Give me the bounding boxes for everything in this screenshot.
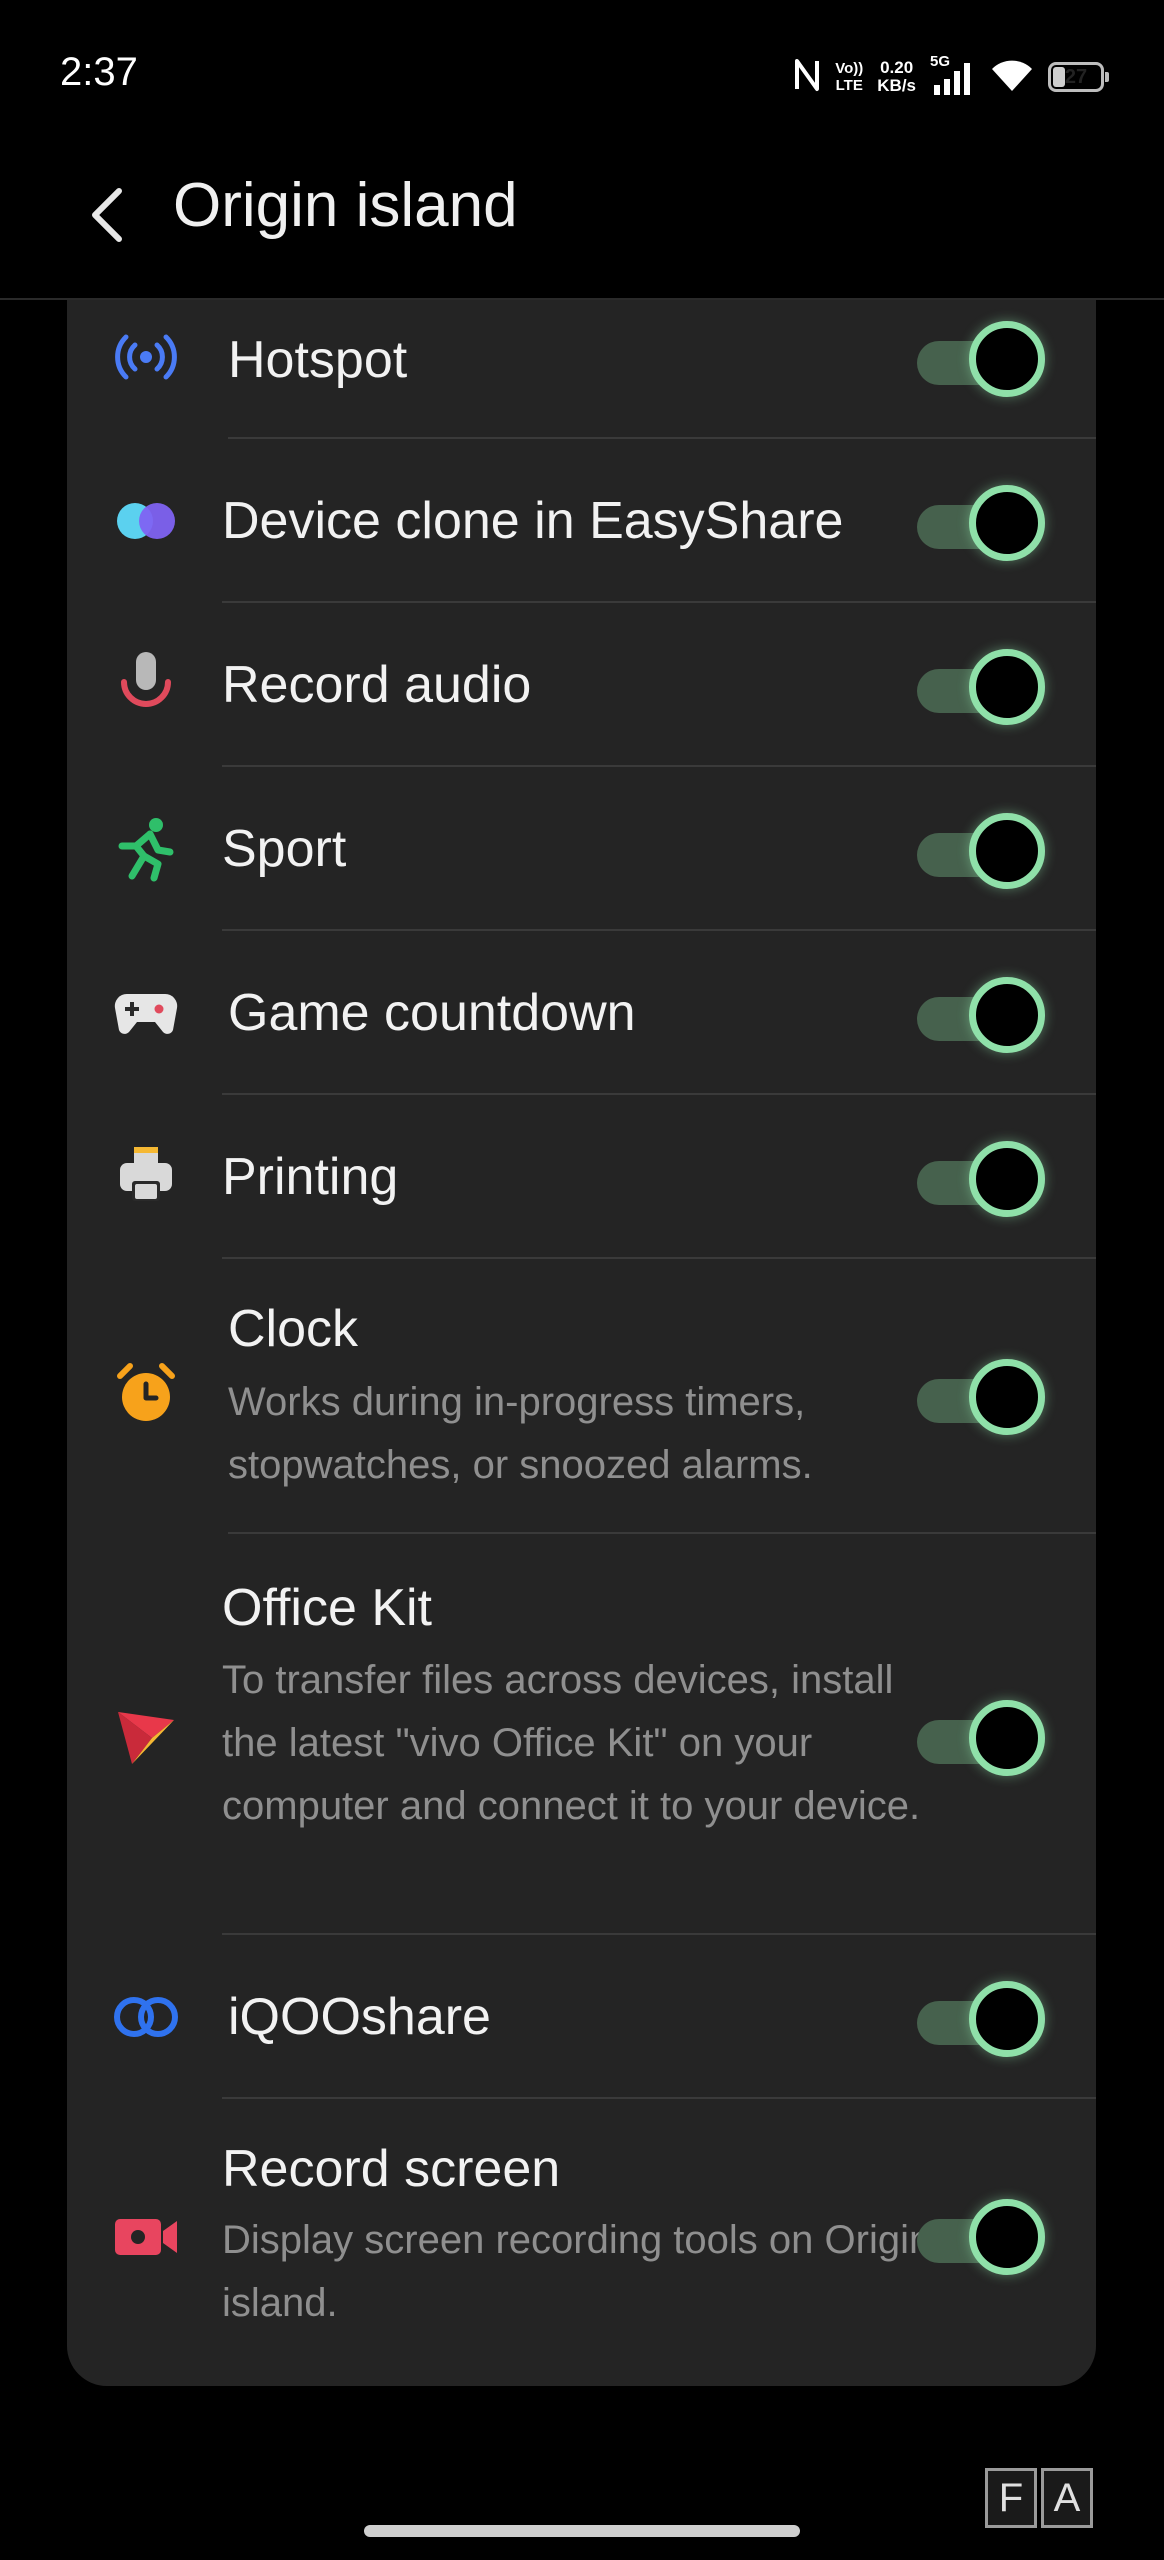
list-item-printing[interactable]: Printing bbox=[67, 1095, 1096, 1259]
sport-toggle[interactable] bbox=[917, 813, 1045, 889]
item-title: Office Kit bbox=[222, 1579, 433, 1637]
list-item-record-screen[interactable]: Record screen Display screen recording t… bbox=[67, 2099, 1096, 2386]
signal-icon: 5G bbox=[930, 53, 976, 97]
item-description: To transfer files across devices, instal… bbox=[222, 1658, 921, 1828]
list-item-hotspot[interactable]: Hotspot bbox=[67, 300, 1096, 439]
office-kit-icon bbox=[111, 1701, 181, 1771]
game-countdown-toggle[interactable] bbox=[917, 977, 1045, 1053]
fa-overlay-badge[interactable]: F A bbox=[985, 2468, 1095, 2536]
page-title: Origin island bbox=[173, 171, 518, 240]
office-kit-toggle[interactable] bbox=[917, 1700, 1045, 1776]
item-title: Printing bbox=[222, 1148, 399, 1206]
back-button[interactable] bbox=[72, 180, 142, 250]
battery-icon: 27 bbox=[1048, 62, 1109, 92]
item-title: iQOOshare bbox=[228, 1988, 491, 2046]
printer-icon bbox=[111, 1140, 181, 1210]
a-box: A bbox=[1041, 2468, 1093, 2528]
iqooshare-toggle[interactable] bbox=[917, 1981, 1045, 2057]
list-item-device-clone[interactable]: Device clone in EasyShare bbox=[67, 439, 1096, 603]
list-item-game-countdown[interactable]: Game countdown bbox=[67, 931, 1096, 1095]
device-clone-toggle[interactable] bbox=[917, 485, 1045, 561]
hotspot-icon bbox=[111, 322, 181, 392]
gamepad-icon bbox=[111, 978, 181, 1048]
app-header: Origin island bbox=[0, 150, 1164, 300]
clock-toggle[interactable] bbox=[917, 1359, 1045, 1435]
home-indicator[interactable] bbox=[364, 2525, 800, 2537]
wifi-icon bbox=[990, 57, 1034, 98]
battery-percent: 27 bbox=[1064, 65, 1088, 88]
nfc-icon bbox=[793, 57, 821, 98]
item-title: Hotspot bbox=[228, 331, 408, 389]
battery-level bbox=[1053, 67, 1066, 87]
record-screen-toggle[interactable] bbox=[917, 2199, 1045, 2275]
status-bar: 2:37 Vo)) LTE 0.20 KB/s 5G 27 bbox=[0, 0, 1164, 150]
status-icons: Vo)) LTE 0.20 KB/s 5G 27 bbox=[793, 52, 1109, 102]
back-arrow-icon bbox=[92, 188, 122, 242]
microphone-icon bbox=[111, 648, 181, 718]
item-title: Record audio bbox=[222, 656, 532, 714]
item-description: Display screen recording tools on Origin… bbox=[222, 2218, 932, 2325]
item-title: Clock bbox=[228, 1300, 359, 1358]
running-person-icon bbox=[111, 814, 181, 884]
link-rings-icon bbox=[111, 1982, 181, 2052]
volte-indicator: Vo)) LTE bbox=[835, 60, 864, 94]
item-title: Sport bbox=[222, 820, 347, 878]
item-title: Device clone in EasyShare bbox=[222, 492, 844, 550]
list-item-iqooshare[interactable]: iQOOshare bbox=[67, 1935, 1096, 2099]
record-audio-toggle[interactable] bbox=[917, 649, 1045, 725]
network-speed: 0.20 KB/s bbox=[877, 58, 916, 95]
settings-list: Hotspot Device clone in EasyShare Record… bbox=[67, 300, 1096, 2386]
f-box: F bbox=[985, 2468, 1037, 2528]
list-item-sport[interactable]: Sport bbox=[67, 767, 1096, 931]
list-item-clock[interactable]: Clock Works during in-progress timers, s… bbox=[67, 1259, 1096, 1534]
video-camera-icon bbox=[111, 2201, 181, 2271]
status-time: 2:37 bbox=[60, 50, 138, 94]
easyshare-icon bbox=[111, 486, 181, 556]
list-item-record-audio[interactable]: Record audio bbox=[67, 603, 1096, 767]
hotspot-toggle[interactable] bbox=[917, 321, 1045, 397]
printing-toggle[interactable] bbox=[917, 1141, 1045, 1217]
alarm-clock-icon bbox=[111, 1359, 181, 1429]
item-title: Game countdown bbox=[228, 984, 636, 1042]
item-description: Works during in-progress timers, stopwat… bbox=[228, 1380, 813, 1487]
item-title: Record screen bbox=[222, 2140, 561, 2198]
list-item-office-kit[interactable]: Office Kit To transfer files across devi… bbox=[67, 1534, 1096, 1935]
